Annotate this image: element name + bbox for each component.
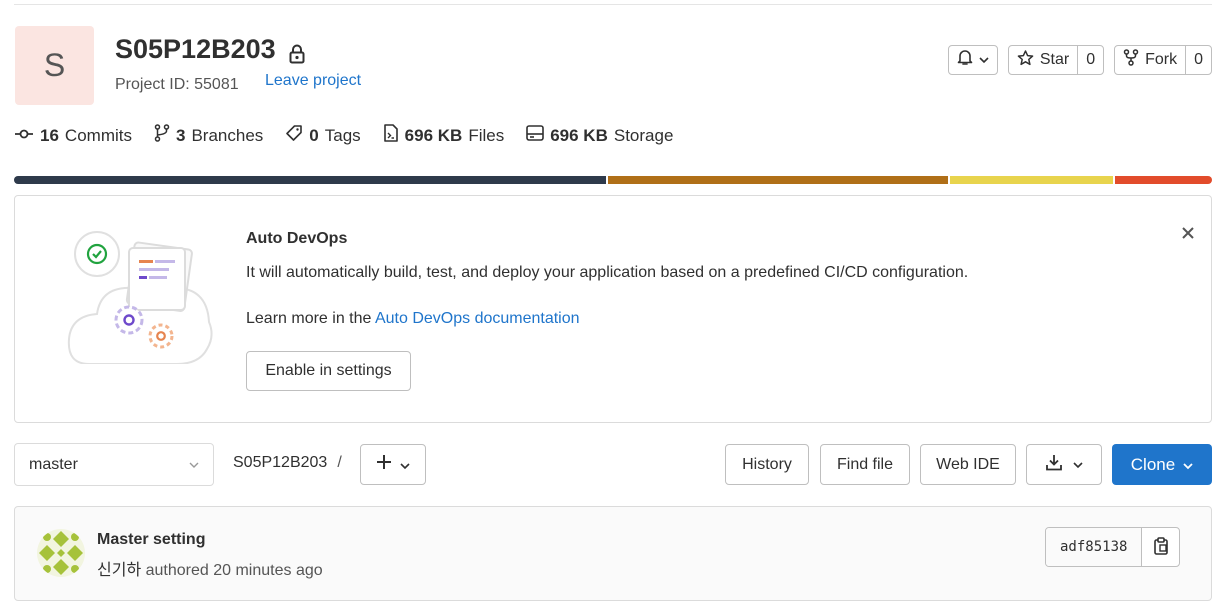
- learn-more-prefix: Learn more in the: [246, 310, 375, 327]
- branch-name: master: [29, 455, 78, 473]
- chevron-down-icon: [979, 51, 989, 69]
- auto-devops-alert: Auto DevOps It will automatically build,…: [14, 195, 1212, 423]
- language-segment[interactable]: [950, 176, 1114, 184]
- close-icon[interactable]: [1181, 220, 1195, 246]
- branches-stat[interactable]: 3 Branches: [154, 124, 263, 147]
- notification-dropdown[interactable]: [947, 45, 998, 75]
- commit-icon: [14, 126, 34, 146]
- storage-size: 696 KB: [550, 125, 608, 145]
- commit-authored-time: authored 20 minutes ago: [141, 562, 323, 579]
- chevron-down-icon: [1073, 456, 1083, 474]
- bell-icon: [957, 49, 973, 71]
- star-icon: [1017, 49, 1034, 71]
- file-icon: [383, 124, 399, 147]
- enable-in-settings-button[interactable]: Enable in settings: [246, 351, 411, 391]
- star-button[interactable]: Star: [1009, 46, 1077, 74]
- leave-project-link[interactable]: Leave project: [265, 72, 361, 90]
- commit-message[interactable]: Master setting: [97, 531, 205, 549]
- tags-label: Tags: [324, 125, 361, 145]
- branches-label: Branches: [191, 125, 264, 145]
- fork-button-group: Fork 0: [1114, 45, 1212, 75]
- repository-language-bar[interactable]: [14, 176, 1212, 184]
- project-id: Project ID: 55081: [115, 76, 239, 93]
- auto-devops-title: Auto DevOps: [246, 230, 348, 247]
- breadcrumb-separator: /: [337, 454, 342, 471]
- chevron-down-icon: [1183, 455, 1193, 475]
- add-dropdown-button[interactable]: [360, 444, 426, 485]
- auto-devops-description: It will automatically build, test, and d…: [246, 264, 969, 281]
- history-button[interactable]: History: [725, 444, 809, 485]
- last-commit-panel: Master setting 신기하 authored 20 minutes a…: [14, 506, 1212, 601]
- commit-sha[interactable]: adf85138: [1046, 528, 1142, 566]
- find-file-button[interactable]: Find file: [820, 444, 910, 485]
- files-stat[interactable]: 696 KB Files: [383, 124, 505, 147]
- lock-icon: [288, 40, 306, 63]
- tags-stat[interactable]: 0 Tags: [285, 124, 361, 147]
- top-divider: [14, 4, 1212, 5]
- plus-icon: [376, 453, 392, 476]
- author-avatar[interactable]: [37, 529, 85, 577]
- chevron-down-icon: [400, 453, 410, 476]
- clone-button[interactable]: Clone: [1112, 444, 1212, 485]
- commits-count: 16: [40, 125, 59, 145]
- language-segment[interactable]: [14, 176, 607, 184]
- storage-stat[interactable]: 696 KB Storage: [526, 124, 673, 147]
- files-label: Files: [468, 125, 505, 145]
- commits-stat[interactable]: 16 Commits: [14, 124, 132, 147]
- fork-button[interactable]: Fork: [1115, 46, 1185, 74]
- storage-label: Storage: [613, 125, 674, 145]
- star-label: Star: [1039, 51, 1070, 68]
- project-avatar[interactable]: S: [15, 26, 94, 105]
- storage-icon: [526, 125, 545, 146]
- star-button-group: Star 0: [1007, 45, 1105, 75]
- tags-count: 0: [309, 125, 319, 145]
- chevron-down-icon: [189, 458, 199, 472]
- download-icon: [1045, 454, 1063, 476]
- star-count[interactable]: 0: [1077, 46, 1103, 74]
- auto-devops-learn-more: Learn more in the Auto DevOps documentat…: [246, 310, 580, 328]
- auto-devops-illustration: [67, 224, 217, 365]
- clone-label: Clone: [1130, 454, 1176, 474]
- project-stats: 16 Commits 3 Branches 0 Tags 696 KB File…: [14, 124, 673, 147]
- fork-label: Fork: [1145, 51, 1178, 68]
- tag-icon: [285, 124, 303, 147]
- download-dropdown-button[interactable]: [1026, 444, 1102, 485]
- language-segment[interactable]: [1115, 176, 1212, 184]
- branch-selector[interactable]: master: [14, 443, 214, 486]
- clipboard-icon: [1153, 536, 1169, 558]
- fork-icon: [1123, 49, 1139, 71]
- language-segment[interactable]: [608, 176, 949, 184]
- web-ide-button[interactable]: Web IDE: [920, 444, 1016, 485]
- project-name[interactable]: S05P12B203: [115, 34, 276, 65]
- header-actions: Star 0 Fork 0: [947, 45, 1212, 75]
- commits-label: Commits: [64, 125, 132, 145]
- auto-devops-docs-link[interactable]: Auto DevOps documentation: [375, 310, 580, 327]
- project-title: S05P12B203: [115, 34, 306, 65]
- commit-sha-group: adf85138: [1045, 527, 1181, 567]
- breadcrumb: S05P12B203 /: [233, 454, 342, 472]
- commit-meta: 신기하 authored 20 minutes ago: [97, 556, 323, 580]
- commit-author[interactable]: 신기하: [97, 562, 141, 579]
- branch-icon: [154, 124, 170, 147]
- files-size: 696 KB: [404, 125, 463, 145]
- notification-button[interactable]: [949, 46, 997, 74]
- breadcrumb-root[interactable]: S05P12B203: [233, 454, 327, 471]
- copy-sha-button[interactable]: [1141, 528, 1179, 566]
- branches-count: 3: [175, 125, 186, 145]
- fork-count[interactable]: 0: [1185, 46, 1211, 74]
